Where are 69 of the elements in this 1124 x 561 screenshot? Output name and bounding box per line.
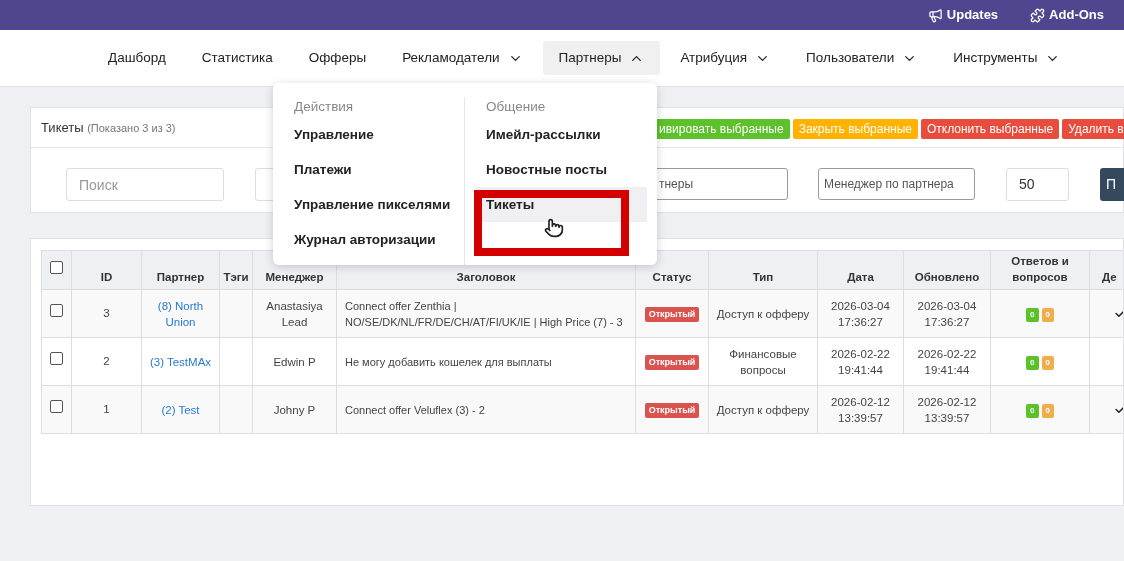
table-cell: Edwin P — [273, 355, 316, 368]
table-cell: 3 — [103, 306, 110, 319]
nav-item[interactable]: Атрибуция — [664, 41, 787, 75]
submit-button[interactable]: П — [1100, 168, 1124, 201]
checkbox[interactable] — [50, 260, 63, 274]
menu-item[interactable]: Имейл-рассылки — [476, 117, 647, 152]
nav-item[interactable]: Офферы — [292, 41, 383, 75]
checkbox[interactable] — [50, 352, 63, 366]
checkbox[interactable] — [50, 400, 63, 414]
table-cell: 2026-02-22 19:41:44 — [917, 347, 977, 376]
nav-item[interactable]: Инструменты — [937, 41, 1077, 75]
megaphone-icon — [927, 7, 943, 23]
column-header: Заголовок — [456, 271, 516, 283]
column-header: Статус — [652, 271, 692, 283]
table-cell: Доступ к офферу — [716, 307, 810, 320]
column-header: Де — [1102, 271, 1117, 283]
table-cell: 2026-02-12 13:39:57 — [831, 395, 890, 424]
per-page-field[interactable]: 50 — [1006, 168, 1069, 201]
table-cell: 2026-03-04 17:36:27 — [917, 299, 977, 328]
table-cell: Johny P — [273, 403, 316, 416]
menu-item[interactable]: Журнал авторизации — [294, 222, 464, 257]
nav-item[interactable]: Статистика — [185, 41, 289, 75]
action-button[interactable]: Удалить в — [1062, 119, 1124, 139]
column-header: Тэги — [223, 271, 249, 283]
column-header: Менеджер — [265, 271, 324, 283]
top-link[interactable]: Add-Ons — [1030, 5, 1104, 25]
questions-badge: 0 — [1041, 355, 1054, 370]
status-badge: Открытый — [644, 402, 700, 419]
menu-item[interactable]: Платежи — [294, 152, 464, 187]
menu-heading: Действия — [294, 98, 355, 116]
column-header: Дата — [847, 271, 874, 283]
menu-heading: Общение — [485, 98, 547, 116]
puzzle-icon — [1030, 7, 1046, 23]
status-badge: Открытый — [644, 354, 700, 371]
table-cell: Anastasiya Lead — [266, 299, 323, 328]
nav-item[interactable]: Пользователи — [790, 41, 934, 75]
table-cell: Connect offer Veluflex (3) - 2 — [345, 403, 485, 416]
nav-item[interactable]: Партнеры — [542, 41, 661, 75]
answers-badge: 0 — [1026, 307, 1039, 322]
menu-item[interactable]: Управление пикселями — [294, 187, 464, 222]
table-cell: 2026-02-22 19:41:44 — [831, 347, 890, 376]
manager-field[interactable]: Менеджер по партнера — [818, 168, 975, 200]
table-cell: 2 — [103, 354, 110, 367]
table-cell: 2026-03-04 17:36:27 — [831, 299, 890, 328]
table-cell: Доступ к офферу — [716, 403, 810, 416]
column-header: Тип — [752, 271, 774, 283]
status-badge: Открытый — [644, 306, 700, 323]
search-field[interactable]: Поиск — [66, 168, 224, 201]
column-header: Партнер — [156, 271, 205, 283]
table-cell: 2026-02-12 13:39:57 — [917, 395, 977, 424]
table-cell: Финансовые вопросы — [729, 347, 797, 376]
questions-badge: 0 — [1041, 403, 1054, 418]
table-cell: 1 — [103, 402, 110, 415]
checkbox[interactable] — [50, 304, 63, 318]
nav-item[interactable]: Дашборд — [92, 41, 182, 75]
hand-cursor-icon — [544, 218, 564, 238]
table-cell: Connect offer Zenthia | NO/SE/DK/NL/FR/DE/CH/AT/FI/UK/IE | High Price (7) - 3 — [345, 299, 623, 328]
answers-badge: 0 — [1026, 355, 1039, 370]
column-header: ID — [100, 271, 113, 283]
column-header: Обновлено — [914, 271, 980, 283]
table-cell: Не могу добавить кошелек для выплаты — [345, 355, 552, 368]
menu-item[interactable]: Управление — [294, 117, 464, 152]
nav-item[interactable]: Рекламодатели — [386, 41, 539, 75]
answers-badge: 0 — [1026, 403, 1039, 418]
action-button[interactable]: Отклонить выбранные — [920, 119, 1060, 139]
top-link[interactable]: Updates — [927, 5, 999, 25]
panel-title: Тикеты (Показано 3 из 3) — [40, 118, 176, 137]
questions-badge: 0 — [1041, 307, 1054, 322]
column-header: Ответов и вопросов — [1011, 255, 1069, 283]
